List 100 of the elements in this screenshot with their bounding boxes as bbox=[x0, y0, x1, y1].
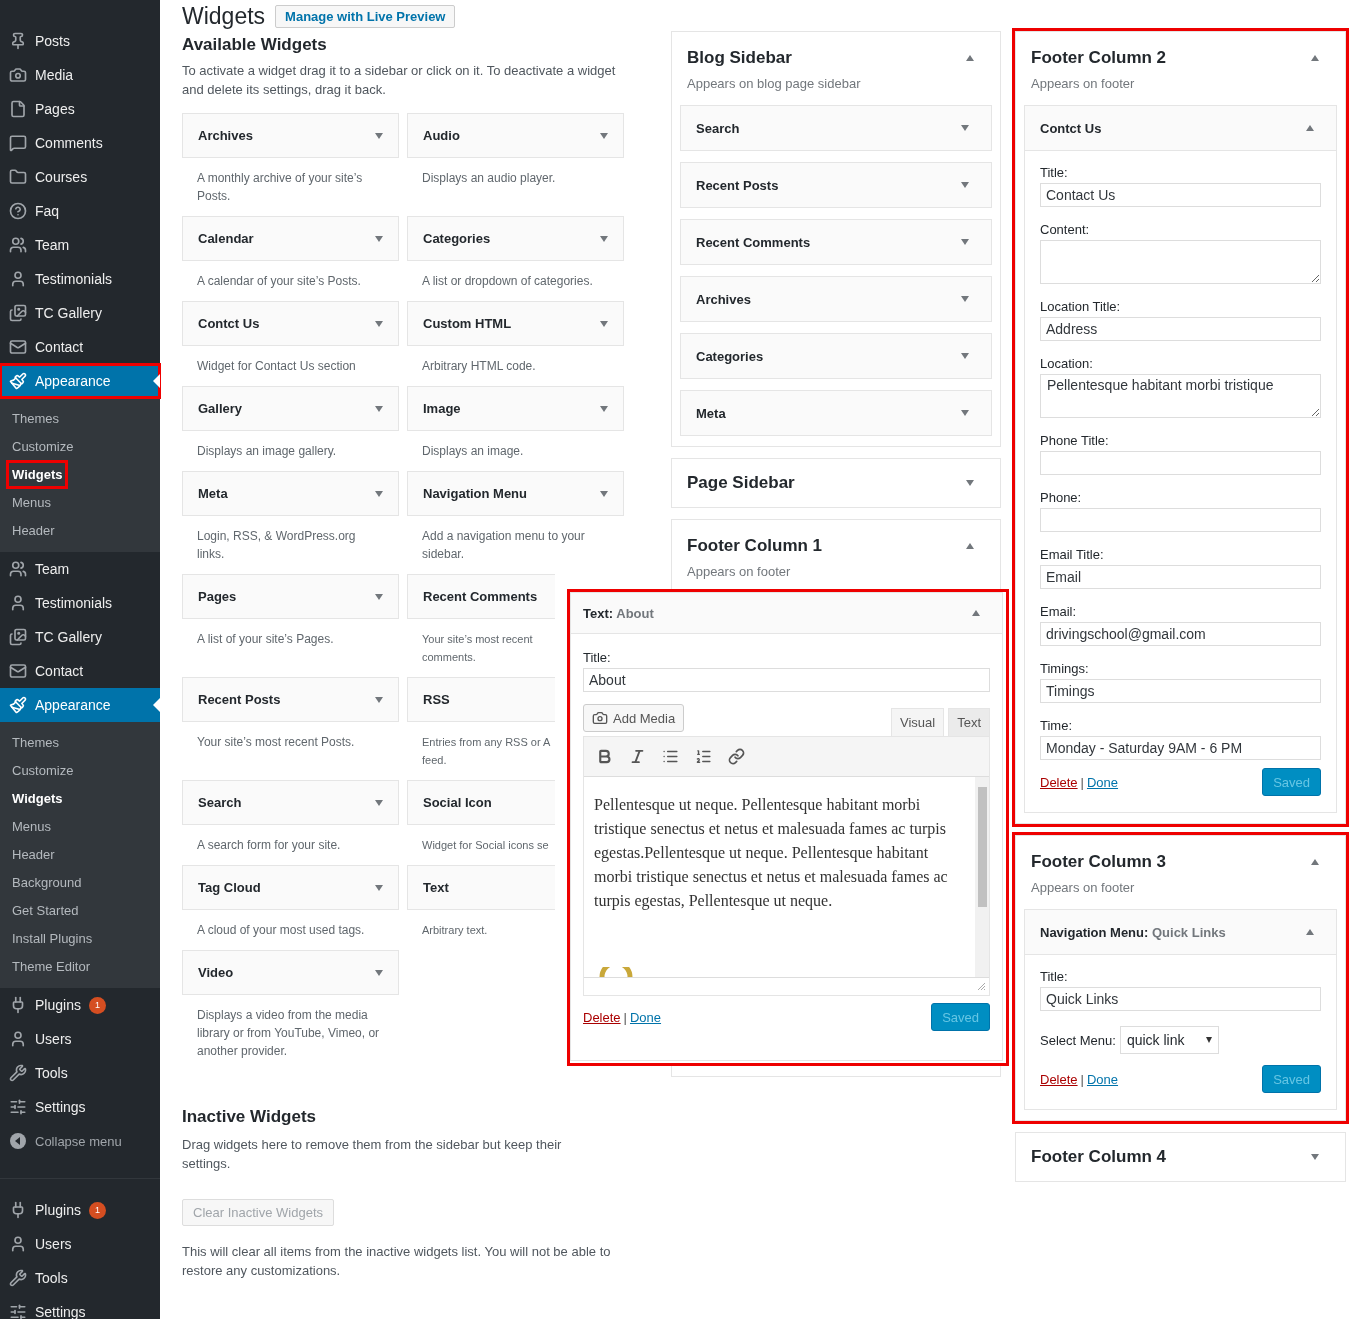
submenu-item[interactable]: Menus bbox=[9, 814, 55, 838]
collapse-caret-icon[interactable] bbox=[1306, 125, 1314, 131]
expand-caret-icon[interactable] bbox=[961, 296, 969, 302]
submenu-item[interactable]: Header bbox=[9, 842, 58, 866]
sidebar-item[interactable]: Contact bbox=[0, 654, 160, 688]
widget-title[interactable]: Categories bbox=[696, 348, 764, 364]
submenu-item[interactable]: Themes bbox=[9, 730, 62, 754]
widget-title[interactable]: Recent Posts bbox=[696, 177, 779, 193]
widget-card[interactable]: Image bbox=[407, 386, 624, 431]
widget-card[interactable]: Social Icon bbox=[407, 780, 555, 825]
sidebar-item[interactable]: Comments bbox=[0, 126, 160, 160]
link-icon[interactable] bbox=[728, 748, 745, 765]
expand-caret-icon[interactable] bbox=[375, 696, 383, 703]
numbered-list-icon[interactable] bbox=[695, 748, 712, 765]
editor-tab[interactable]: Text bbox=[948, 708, 990, 736]
text-area[interactable]: Pellentesque habitant morbi tristique bbox=[1040, 374, 1321, 418]
expand-caret-icon[interactable] bbox=[375, 235, 383, 242]
widget-card[interactable]: Video bbox=[182, 950, 399, 995]
sidebar-item[interactable]: Contact bbox=[0, 330, 160, 364]
sidebar-item[interactable]: Testimonials bbox=[0, 262, 160, 296]
widget-area-title[interactable]: Footer Column 3 bbox=[1031, 852, 1167, 872]
collapse-caret-icon[interactable] bbox=[1311, 859, 1319, 865]
expand-caret-icon[interactable] bbox=[375, 405, 383, 412]
expand-caret-icon[interactable] bbox=[375, 490, 383, 497]
sidebar-item[interactable]: TC Gallery bbox=[0, 620, 160, 654]
widget-title[interactable]: Contct Us bbox=[1040, 120, 1102, 136]
input-field[interactable]: Email bbox=[1040, 565, 1321, 589]
submenu-item[interactable]: Theme Editor bbox=[9, 954, 94, 978]
expand-caret-icon[interactable] bbox=[961, 353, 969, 359]
sidebar-item[interactable]: Users bbox=[0, 1022, 160, 1056]
sidebar-item[interactable]: Team bbox=[0, 228, 160, 262]
submenu-item[interactable]: Background bbox=[9, 870, 85, 894]
sidebar-item[interactable]: Plugins 1 bbox=[0, 1193, 160, 1227]
widget-card[interactable]: Archives bbox=[182, 113, 399, 158]
submenu-item[interactable]: Customize bbox=[9, 758, 77, 782]
widget-title[interactable]: Search bbox=[696, 120, 740, 136]
sidebar-item[interactable]: Plugins 1 bbox=[0, 988, 160, 1022]
input-field[interactable]: Monday - Saturday 9AM - 6 PM bbox=[1040, 736, 1321, 760]
submenu-item[interactable]: Install Plugins bbox=[9, 926, 96, 950]
widget-card[interactable]: Contct Us bbox=[182, 301, 399, 346]
expand-caret-icon[interactable] bbox=[966, 480, 974, 486]
input-field[interactable]: About bbox=[583, 668, 990, 692]
expand-caret-icon[interactable] bbox=[375, 593, 383, 600]
collapse-caret-icon[interactable] bbox=[1306, 929, 1314, 935]
widget-title[interactable]: Archives bbox=[696, 291, 751, 307]
expand-caret-icon[interactable] bbox=[375, 969, 383, 976]
menu-select[interactable]: quick link bbox=[1119, 1026, 1220, 1054]
sidebar-item[interactable]: Appearance bbox=[0, 364, 160, 398]
widget-card[interactable]: Recent Posts bbox=[182, 677, 399, 722]
sidebar-item[interactable]: Settings bbox=[0, 1295, 160, 1319]
italic-icon[interactable] bbox=[629, 748, 646, 765]
editor-tab[interactable]: Visual bbox=[890, 708, 945, 736]
widget-card[interactable]: RSS bbox=[407, 677, 555, 722]
add-media-button[interactable]: Add Media bbox=[583, 704, 685, 732]
expand-caret-icon[interactable] bbox=[961, 410, 969, 416]
sidebar-item[interactable]: Posts bbox=[0, 24, 160, 58]
widget-card[interactable]: Meta bbox=[182, 471, 399, 516]
expand-caret-icon[interactable] bbox=[375, 132, 383, 139]
widget-area-title[interactable]: Blog Sidebar bbox=[687, 48, 792, 68]
sidebar-item[interactable]: Media bbox=[0, 58, 160, 92]
widget-card[interactable]: Search bbox=[182, 780, 399, 825]
expand-caret-icon[interactable] bbox=[600, 405, 608, 412]
scrollbar[interactable] bbox=[975, 777, 989, 977]
sidebar-item[interactable]: Users bbox=[0, 1227, 160, 1261]
widget-card[interactable]: Tag Cloud bbox=[182, 865, 399, 910]
done-link[interactable]: Done bbox=[629, 1010, 662, 1025]
submenu-item[interactable]: Themes bbox=[9, 406, 62, 430]
collapse-menu-button[interactable]: Collapse menu bbox=[0, 1124, 160, 1158]
input-field[interactable]: drivingschool@gmail.com bbox=[1040, 622, 1321, 646]
widget-card[interactable]: Recent Comments bbox=[407, 574, 555, 619]
input-field[interactable]: Contact Us bbox=[1040, 183, 1321, 207]
widget-card[interactable]: Text bbox=[407, 865, 555, 910]
sidebar-item[interactable]: Tools bbox=[0, 1056, 160, 1090]
expand-caret-icon[interactable] bbox=[1311, 1154, 1319, 1160]
widget-title[interactable]: Meta bbox=[696, 405, 726, 421]
input-field[interactable] bbox=[1040, 508, 1321, 532]
done-link[interactable]: Done bbox=[1086, 775, 1119, 790]
submenu-item[interactable]: Menus bbox=[9, 490, 55, 514]
expand-caret-icon[interactable] bbox=[961, 182, 969, 188]
delete-link[interactable]: Delete bbox=[1040, 1072, 1078, 1087]
collapse-caret-icon[interactable] bbox=[966, 55, 974, 61]
submenu-item[interactable]: Widgets bbox=[9, 786, 66, 810]
widget-area-title[interactable]: Footer Column 1 bbox=[687, 536, 823, 556]
sidebar-item[interactable]: TC Gallery bbox=[0, 296, 160, 330]
submenu-item[interactable]: Widgets bbox=[9, 462, 66, 486]
widget-card[interactable]: Navigation Menu bbox=[407, 471, 624, 516]
sidebar-item[interactable]: Appearance bbox=[0, 688, 160, 722]
expand-caret-icon[interactable] bbox=[600, 490, 608, 497]
expand-caret-icon[interactable] bbox=[375, 799, 383, 806]
widget-card[interactable]: Gallery bbox=[182, 386, 399, 431]
widget-card[interactable]: Custom HTML bbox=[407, 301, 624, 346]
widget-card[interactable]: Categories bbox=[407, 216, 624, 261]
sidebar-item[interactable]: Pages bbox=[0, 92, 160, 126]
input-field[interactable] bbox=[1040, 451, 1321, 475]
bold-icon[interactable] bbox=[596, 748, 613, 765]
expand-caret-icon[interactable] bbox=[375, 320, 383, 327]
widget-area-title[interactable]: Footer Column 4 bbox=[1031, 1147, 1167, 1167]
input-field[interactable]: Quick Links bbox=[1040, 987, 1321, 1011]
expand-caret-icon[interactable] bbox=[600, 132, 608, 139]
done-link[interactable]: Done bbox=[1086, 1072, 1119, 1087]
